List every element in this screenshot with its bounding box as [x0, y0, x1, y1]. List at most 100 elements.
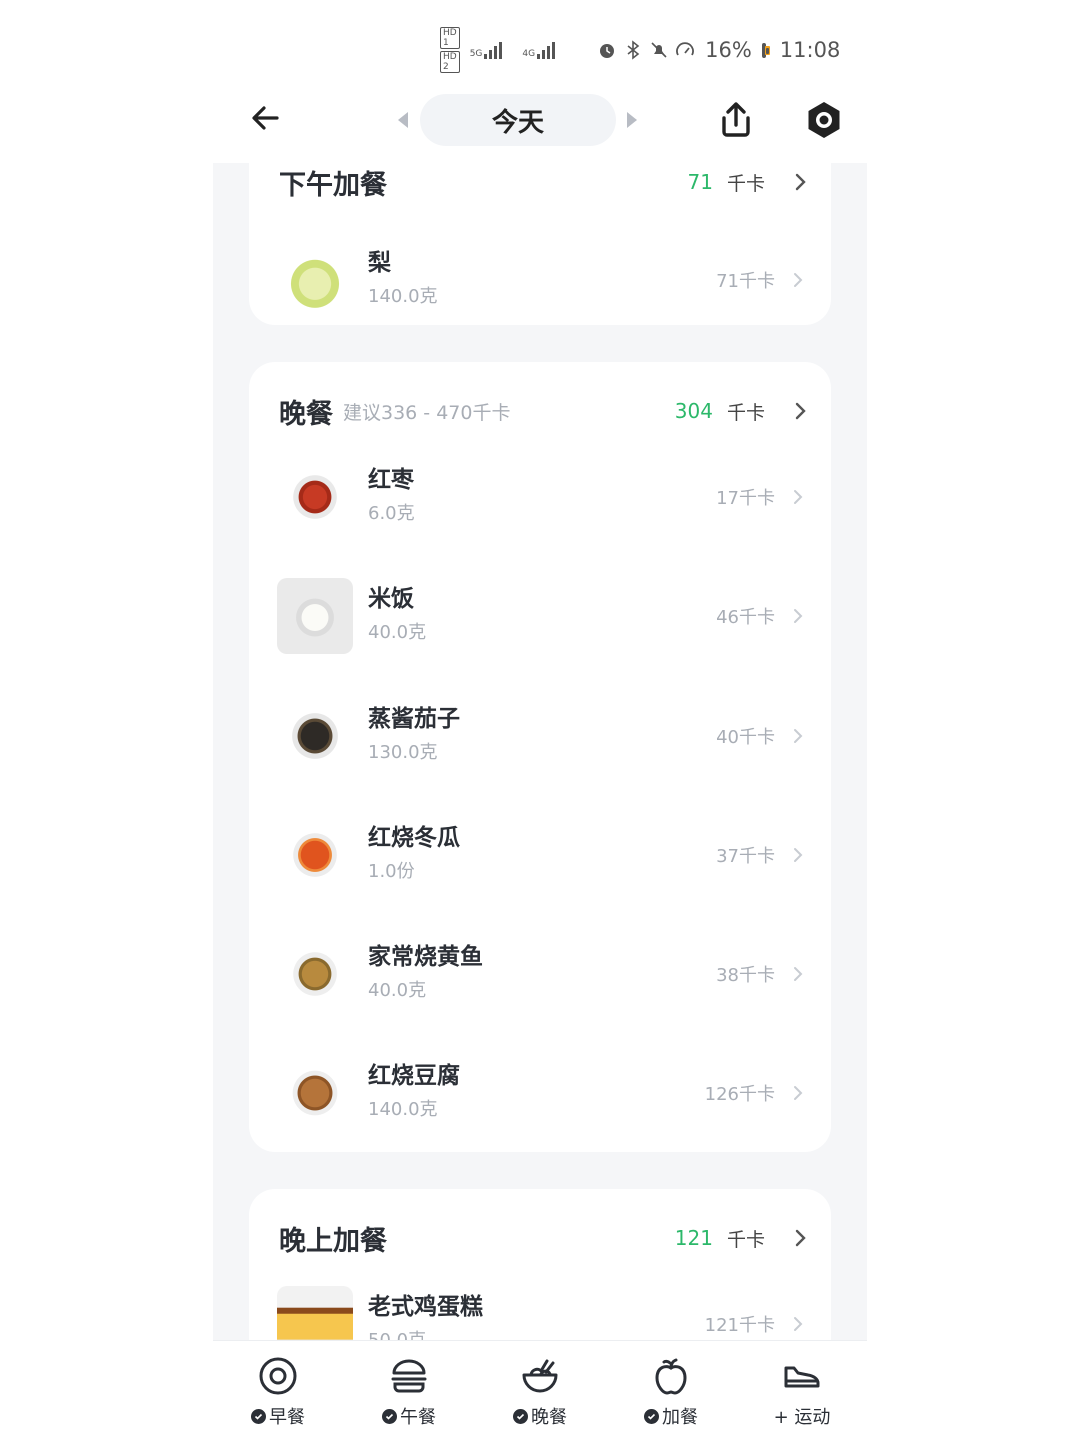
meal-kcal-total: 121	[674, 1226, 713, 1250]
sponge-cake-image	[277, 1286, 353, 1340]
kcal-unit: 千卡	[726, 401, 765, 424]
food-item[interactable]: 家常烧黄鱼 40.0克 38千卡	[277, 933, 807, 1015]
check-icon	[251, 1408, 266, 1424]
nav-exercise[interactable]: + 运动	[752, 1355, 852, 1429]
hd-indicator: HD 1 HD 2	[440, 27, 460, 73]
rice-image	[277, 578, 353, 654]
dinner-card: 晚餐 建议336 - 470千卡 304 千卡 红枣 6.0克 17千卡 米饭 …	[249, 362, 831, 1152]
meal-title: 晚餐	[279, 398, 333, 430]
chevron-right-icon	[795, 1229, 806, 1247]
food-quantity: 1.0份	[368, 861, 415, 882]
chevron-right-icon	[794, 729, 803, 743]
nav-label: 早餐	[269, 1407, 305, 1428]
diary-scroll-area[interactable]: 下午加餐 71 千卡 梨 140.0克 71千卡 晚餐 建议336 - 470千…	[213, 163, 867, 1340]
eggplant-image	[277, 698, 353, 774]
food-item[interactable]: 米饭 40.0克 46千卡	[277, 575, 807, 657]
kcal-unit: 千卡	[726, 172, 765, 195]
nav-lunch[interactable]: 午餐	[359, 1355, 459, 1429]
evening-snack-header[interactable]: 晚上加餐 121 千卡	[279, 1213, 807, 1263]
share-icon[interactable]	[716, 100, 756, 140]
food-item[interactable]: 老式鸡蛋糕 50.0克 121千卡	[277, 1283, 807, 1340]
food-item[interactable]: 梨 140.0克 71千卡	[277, 239, 807, 321]
chevron-right-icon	[794, 967, 803, 981]
food-kcal: 37千卡	[716, 846, 775, 867]
chevron-right-icon	[794, 609, 803, 623]
chevron-right-icon	[795, 173, 806, 191]
meal-title: 下午加餐	[279, 169, 387, 201]
speed-icon	[676, 42, 694, 56]
food-quantity: 40.0克	[368, 622, 427, 643]
nav-label: 晚餐	[531, 1407, 567, 1428]
food-quantity: 140.0克	[368, 1099, 438, 1120]
pear-image	[277, 242, 353, 318]
kcal-unit: 千卡	[726, 1228, 765, 1251]
next-day-icon[interactable]	[625, 110, 639, 130]
food-item[interactable]: 红枣 6.0克 17千卡	[277, 456, 807, 538]
jujube-image	[277, 459, 353, 535]
food-kcal: 17千卡	[716, 488, 775, 509]
food-quantity: 130.0克	[368, 742, 438, 763]
afternoon-snack-header[interactable]: 下午加餐 71 千卡	[279, 163, 807, 207]
status-bar: HD 1 HD 2 5G 4G 16% 11:08	[440, 27, 841, 73]
breakfast-icon	[259, 1357, 297, 1395]
nav-breakfast[interactable]: 早餐	[228, 1355, 328, 1429]
food-name: 梨	[368, 250, 391, 276]
nav-dinner[interactable]: 晚餐	[490, 1355, 590, 1429]
food-kcal: 38千卡	[716, 965, 775, 986]
food-kcal: 121千卡	[704, 1315, 775, 1336]
food-name: 红烧豆腐	[368, 1063, 460, 1089]
chevron-right-icon	[794, 848, 803, 862]
bluetooth-icon	[627, 40, 640, 60]
food-name: 红烧冬瓜	[368, 825, 460, 851]
back-arrow-icon[interactable]	[247, 100, 283, 136]
food-name: 米饭	[368, 586, 414, 612]
food-name: 蒸酱茄子	[368, 706, 460, 732]
food-quantity: 140.0克	[368, 286, 438, 307]
chevron-right-icon	[795, 402, 806, 420]
food-kcal: 126千卡	[704, 1084, 775, 1105]
food-quantity: 50.0克	[368, 1326, 483, 1340]
clock: 11:08	[779, 38, 841, 62]
date-selector[interactable]: 今天	[420, 94, 616, 146]
bowl-icon	[522, 1359, 558, 1393]
braised-winter-melon-image	[277, 817, 353, 893]
nav-label: + 运动	[773, 1407, 831, 1428]
chevron-right-icon	[794, 1086, 803, 1100]
check-icon	[644, 1408, 659, 1424]
apple-icon	[655, 1358, 687, 1395]
food-item[interactable]: 红烧冬瓜 1.0份 37千卡	[277, 814, 807, 896]
burger-icon	[391, 1359, 427, 1393]
food-name: 老式鸡蛋糕	[368, 1294, 483, 1320]
date-label: 今天	[491, 107, 544, 138]
chevron-right-icon	[794, 1317, 803, 1331]
mute-icon	[651, 42, 667, 58]
battery-percent: 16%	[705, 38, 752, 62]
sneaker-icon	[784, 1366, 820, 1388]
food-kcal: 40千卡	[716, 727, 775, 748]
calorie-suggestion: 建议336 - 470千卡	[343, 401, 511, 424]
afternoon-snack-card: 下午加餐 71 千卡 梨 140.0克 71千卡	[249, 163, 831, 325]
meal-kcal-total: 71	[687, 170, 713, 194]
check-icon	[513, 1408, 528, 1424]
food-name: 家常烧黄鱼	[368, 944, 483, 970]
food-kcal: 46千卡	[716, 607, 775, 628]
food-quantity: 40.0克	[368, 980, 427, 1001]
signal-5g-icon: 5G	[470, 41, 513, 59]
signal-4g-icon: 4G	[522, 41, 565, 59]
nav-label: 加餐	[662, 1407, 698, 1428]
braised-tofu-image	[277, 1055, 353, 1131]
meal-title: 晚上加餐	[279, 1225, 387, 1257]
nav-label: 午餐	[400, 1407, 436, 1428]
chevron-right-icon	[794, 490, 803, 504]
nav-snack[interactable]: 加餐	[621, 1355, 721, 1429]
battery-icon	[761, 42, 770, 58]
settings-icon[interactable]	[804, 100, 844, 140]
meal-kcal-total: 304	[674, 399, 713, 423]
top-bar: 今天	[213, 88, 867, 158]
food-item[interactable]: 红烧豆腐 140.0克 126千卡	[277, 1052, 807, 1134]
dinner-header[interactable]: 晚餐 建议336 - 470千卡 304 千卡	[279, 386, 807, 436]
food-item[interactable]: 蒸酱茄子 130.0克 40千卡	[277, 695, 807, 777]
food-quantity: 6.0克	[368, 503, 415, 524]
previous-day-icon[interactable]	[396, 110, 410, 130]
chevron-right-icon	[794, 273, 803, 287]
